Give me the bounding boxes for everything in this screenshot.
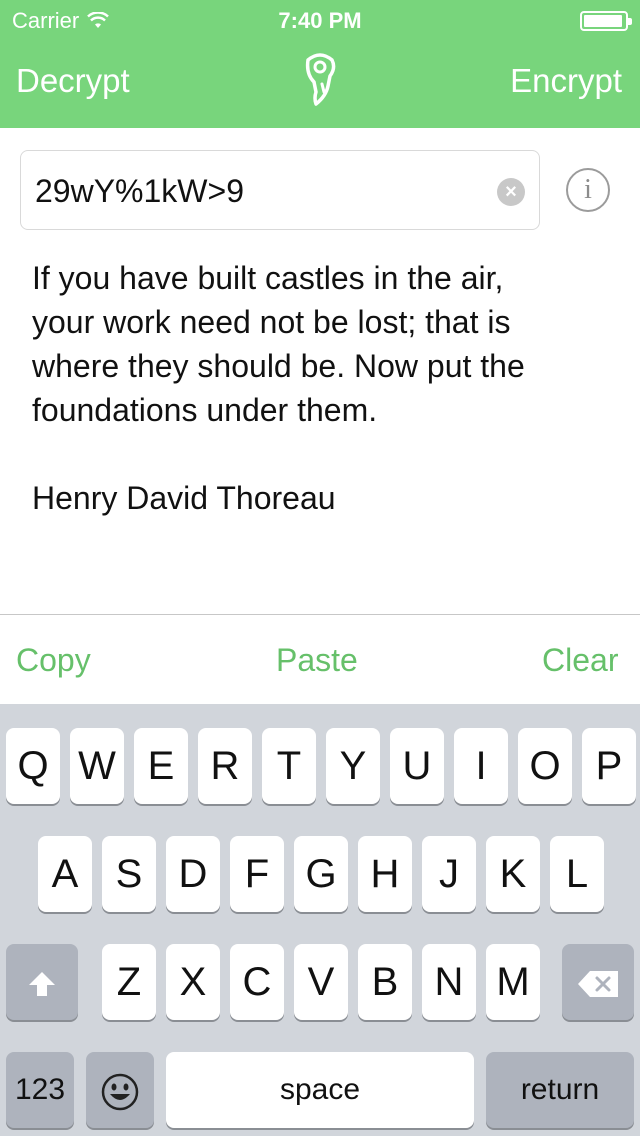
status-bar: Carrier 7:40 PM — [0, 0, 640, 40]
keyboard: Q W E R T Y U I O P A S D F G H J K L Z … — [0, 704, 640, 1136]
key-b[interactable]: B — [358, 944, 412, 1020]
clear-field-icon[interactable]: × — [497, 178, 525, 206]
shift-icon — [29, 972, 55, 997]
battery-icon — [580, 11, 632, 31]
status-time: 7:40 PM — [278, 8, 362, 33]
key-f[interactable]: F — [230, 836, 284, 912]
emoji-icon — [101, 1074, 139, 1111]
key-y[interactable]: Y — [326, 728, 380, 804]
space-key[interactable]: space — [166, 1052, 474, 1128]
clear-button[interactable]: Clear — [542, 642, 618, 679]
paste-button[interactable]: Paste — [276, 642, 358, 679]
divider — [0, 614, 640, 615]
key-u[interactable]: U — [390, 728, 444, 804]
password-value: 29wY%1kW>9 — [35, 173, 244, 209]
return-key[interactable]: return — [486, 1052, 634, 1128]
key-h[interactable]: H — [358, 836, 412, 912]
key-lock-icon — [305, 53, 336, 106]
key-v[interactable]: V — [294, 944, 348, 1020]
key-i[interactable]: I — [454, 728, 508, 804]
decrypt-button[interactable]: Decrypt — [16, 62, 130, 100]
key-z[interactable]: Z — [102, 944, 156, 1020]
info-icon[interactable]: i — [566, 168, 610, 212]
backspace-icon — [578, 971, 618, 998]
copy-button[interactable]: Copy — [16, 642, 91, 679]
key-d[interactable]: D — [166, 836, 220, 912]
key-e[interactable]: E — [134, 728, 188, 804]
delete-key[interactable] — [562, 944, 634, 1020]
key-n[interactable]: N — [422, 944, 476, 1020]
key-t[interactable]: T — [262, 728, 316, 804]
key-m[interactable]: M — [486, 944, 540, 1020]
key-j[interactable]: J — [422, 836, 476, 912]
key-g[interactable]: G — [294, 836, 348, 912]
emoji-key[interactable] — [86, 1052, 154, 1128]
key-r[interactable]: R — [198, 728, 252, 804]
navigation-header: Carrier 7:40 PM Decrypt Encrypt — [0, 0, 640, 128]
key-w[interactable]: W — [70, 728, 124, 804]
key-c[interactable]: C — [230, 944, 284, 1020]
password-field[interactable]: 29wY%1kW>9 × — [20, 150, 540, 230]
key-q[interactable]: Q — [6, 728, 60, 804]
key-k[interactable]: K — [486, 836, 540, 912]
message-text[interactable]: If you have built castles in the air, yo… — [32, 256, 608, 520]
key-x[interactable]: X — [166, 944, 220, 1020]
numbers-key[interactable]: 123 — [6, 1052, 74, 1128]
key-s[interactable]: S — [102, 836, 156, 912]
key-p[interactable]: P — [582, 728, 636, 804]
key-o[interactable]: O — [518, 728, 572, 804]
encrypt-button[interactable]: Encrypt — [510, 62, 622, 100]
key-a[interactable]: A — [38, 836, 92, 912]
shift-key[interactable] — [6, 944, 78, 1020]
battery-fill — [584, 15, 622, 27]
key-l[interactable]: L — [550, 836, 604, 912]
